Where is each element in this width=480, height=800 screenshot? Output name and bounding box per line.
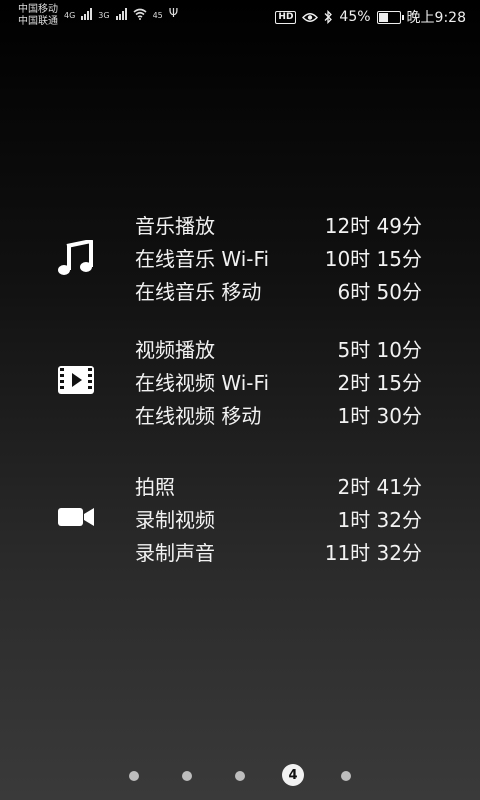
stat-row: 在线音乐 Wi-Fi 10时 15分	[135, 241, 422, 273]
hd-icon: HD	[275, 10, 297, 24]
stat-value: 5时 10分	[337, 337, 422, 362]
battery-icon	[376, 10, 404, 24]
stat-label: 在线视频 Wi-Fi	[135, 370, 270, 395]
page-dot-1[interactable]	[129, 771, 139, 781]
battery-percent: 45%	[339, 9, 371, 25]
stat-label: 在线音乐 移动	[135, 279, 262, 304]
stat-row: 录制声音 11时 32分	[135, 535, 422, 567]
stat-label: 录制声音	[135, 540, 215, 565]
signal-1-icon	[81, 8, 93, 20]
net-type-1: 4G	[64, 11, 76, 20]
signal-2-icon	[115, 8, 127, 20]
net-type-2: 3G	[98, 11, 110, 20]
stat-row: 拍照 2时 41分	[135, 469, 422, 501]
stat-label: 在线音乐 Wi-Fi	[135, 246, 270, 271]
stat-value: 1时 32分	[337, 507, 422, 532]
stat-value: 12时 49分	[324, 213, 422, 238]
stat-value: 1时 30分	[337, 403, 422, 428]
carrier-labels: 中国移动 中国联通	[18, 4, 58, 28]
page-dot-3[interactable]	[235, 771, 245, 781]
page-dot-active[interactable]: 4	[282, 764, 304, 786]
stat-label: 在线视频 移动	[135, 403, 262, 428]
page-dot-5[interactable]	[341, 771, 351, 781]
stat-value: 10时 15分	[324, 246, 422, 271]
stat-row: 音乐播放 12时 49分	[135, 208, 422, 240]
status-bar: 中国移动 中国联通 4G 3G 45 Ψ HD 45% 晚上9:28	[0, 0, 480, 34]
page-dot-2[interactable]	[182, 771, 192, 781]
stat-label: 视频播放	[135, 337, 215, 362]
wifi-icon	[133, 8, 147, 20]
stat-row: 在线视频 Wi-Fi 2时 15分	[135, 365, 422, 397]
usb-icon: Ψ	[168, 6, 179, 20]
video-film-icon	[56, 360, 96, 400]
stat-value: 2时 15分	[337, 370, 422, 395]
stat-value: 11时 32分	[324, 540, 422, 565]
carrier-2: 中国联通	[18, 16, 58, 27]
stat-label: 拍照	[135, 474, 175, 499]
page-indicator: 4	[0, 762, 480, 788]
stat-label: 录制视频	[135, 507, 215, 532]
stat-value: 2时 41分	[337, 474, 422, 499]
clock: 晚上9:28	[406, 10, 466, 26]
camera-icon	[56, 497, 96, 537]
stat-row: 视频播放 5时 10分	[135, 332, 422, 364]
speed-value: 45	[152, 11, 163, 20]
stat-row: 在线音乐 移动 6时 50分	[135, 274, 422, 306]
network-indicators: 4G 3G 45 Ψ	[64, 6, 178, 20]
bluetooth-icon	[324, 10, 333, 24]
stat-label: 音乐播放	[135, 213, 215, 238]
carrier-1: 中国移动	[18, 4, 58, 15]
stat-value: 6时 50分	[337, 279, 422, 304]
eye-icon	[302, 12, 319, 22]
stat-row: 在线视频 移动 1时 30分	[135, 398, 422, 430]
status-right: HD 45% 晚上9:28	[275, 7, 466, 27]
stat-row: 录制视频 1时 32分	[135, 502, 422, 534]
music-note-icon	[56, 238, 96, 278]
